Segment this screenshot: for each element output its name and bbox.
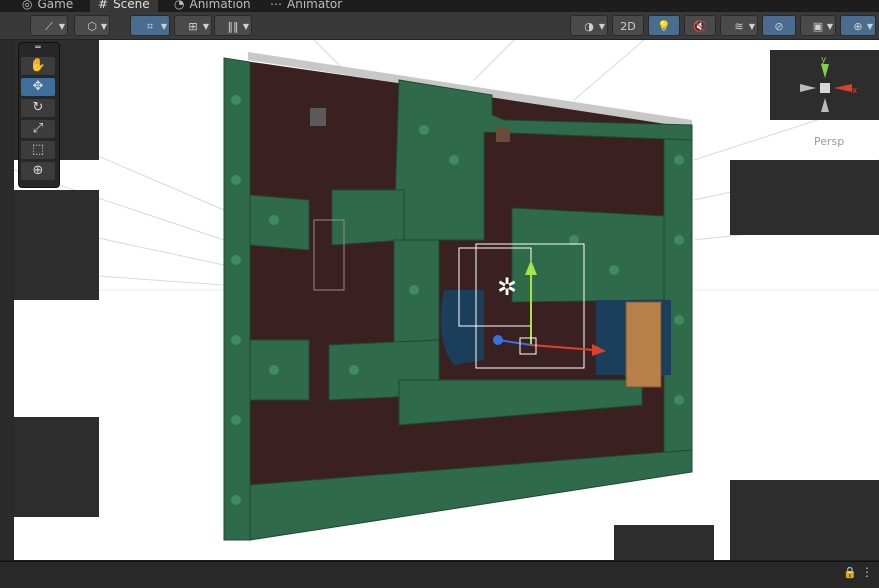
light-bulb-icon: 💡 <box>657 20 671 33</box>
audio-mute-icon: 🔇 <box>693 20 707 33</box>
skull-sprite[interactable] <box>310 108 326 126</box>
gizmos-icon: ⊕ <box>853 20 863 33</box>
rect-tool-icon: ⬚ <box>31 142 45 157</box>
tab-label: Animation <box>189 0 251 11</box>
tab-animator[interactable]: ⋯ Animator <box>262 0 350 12</box>
ruler-icon: ‖‖ <box>227 20 239 33</box>
effects-icon: ≋ <box>734 20 744 33</box>
render-mode-button[interactable]: ⬡ ▼ <box>74 15 110 36</box>
bottom-panel-bar: 🔒 ⋮ <box>0 561 879 588</box>
bg-panel <box>614 525 714 560</box>
move-tool-icon: ✥ <box>32 79 44 94</box>
tool-palette: ═ ✋ ✥ ↻ ⤢ ⬚ ⊕ <box>18 42 60 188</box>
tab-game[interactable]: ◎ Game <box>14 0 81 12</box>
move-tool-button[interactable]: ✥ <box>21 78 55 96</box>
drag-handle-icon[interactable]: ═ <box>21 44 55 53</box>
hand-tool-button[interactable]: ✋ <box>21 57 55 75</box>
gizmos-button[interactable]: ⊕ ▼ <box>840 15 876 36</box>
cube-icon: ⬡ <box>87 20 97 33</box>
left-panel-edge <box>0 40 14 560</box>
gamepad-icon: ◎ <box>22 0 33 11</box>
shading-icon: ◑ <box>584 20 594 33</box>
tab-label: Scene <box>113 0 150 11</box>
rotate-tool-icon: ↻ <box>32 100 44 115</box>
wooden-bridge[interactable] <box>625 301 662 388</box>
water-left <box>440 290 484 365</box>
effects-button[interactable]: ≋ ▼ <box>720 15 758 36</box>
bg-panel <box>14 190 99 300</box>
draw-mode-icon: ⟋ <box>45 20 53 33</box>
transform-tool-button[interactable]: ⊕ <box>21 162 55 180</box>
bg-panel <box>730 480 879 560</box>
tab-label: Game <box>37 0 74 11</box>
more-icon[interactable]: ⋮ <box>861 565 873 579</box>
hidden-eye-icon: ⊘ <box>774 20 784 33</box>
hand-tool-icon: ✋ <box>29 58 47 73</box>
projection-label[interactable]: Persp <box>814 135 844 148</box>
clock-icon: ◔ <box>174 0 185 11</box>
chevron-down-icon: ▼ <box>866 22 873 31</box>
bg-panel <box>730 160 879 235</box>
orientation-gizmo[interactable]: y x <box>770 50 879 120</box>
chest-sprite[interactable] <box>496 128 510 142</box>
scale-tool-icon: ⤢ <box>32 121 44 136</box>
grid-snap-icon: ⊞ <box>188 20 198 33</box>
scene-canvas: ✲ y x <box>14 40 879 560</box>
animator-icon: ⋯ <box>270 0 282 11</box>
tab-animation[interactable]: ◔ Animation <box>166 0 259 12</box>
camera-icon: ▣ <box>812 20 824 33</box>
chevron-down-icon: ▼ <box>748 22 755 31</box>
mode-2d-label: 2D <box>620 20 636 33</box>
gizmo-move-button[interactable]: ⌗ ▼ <box>130 15 170 36</box>
chevron-down-icon: ▼ <box>598 22 605 31</box>
draw-mode-button[interactable]: ⟋ ▼ <box>30 15 68 36</box>
audio-button[interactable]: 🔇 <box>684 15 716 36</box>
chevron-down-icon: ▼ <box>202 22 209 31</box>
gizmo-y-label: y <box>821 55 827 65</box>
gizmo-x-label: x <box>852 86 858 96</box>
lighting-button[interactable]: 💡 <box>648 15 680 36</box>
rotate-tool-button[interactable]: ↻ <box>21 99 55 117</box>
hidden-objects-button[interactable]: ⊘ <box>762 15 796 36</box>
tab-label: Animator <box>287 0 343 11</box>
grid-hash-icon: # <box>98 0 109 11</box>
scale-tool-button[interactable]: ⤢ <box>21 120 55 138</box>
scene-toolbar: ⟋ ▼ ⬡ ▼ ⌗ ▼ ⊞ ▼ ‖‖ ▼ ◑ ▼ 2D 💡 🔇 ≋ ▼ ⊘ ▣ ▼ ⊕ ▼ <box>0 12 879 40</box>
chevron-down-icon: ▼ <box>58 22 65 31</box>
grid-snap-button[interactable]: ⊞ ▼ <box>174 15 212 36</box>
tab-scene[interactable]: # Scene <box>90 0 158 12</box>
camera-button[interactable]: ▣ ▼ <box>800 15 836 36</box>
scene-viewport[interactable]: ✲ y x Persp <box>14 40 879 560</box>
particle-icon: ✲ <box>497 273 517 301</box>
gizmo-z-handle[interactable] <box>493 335 503 345</box>
lock-icon[interactable]: 🔒 <box>843 566 857 579</box>
ruler-button[interactable]: ‖‖ ▼ <box>214 15 252 36</box>
transform-tool-icon: ⊕ <box>32 163 44 178</box>
tab-bar: ◎ Game # Scene ◔ Animation ⋯ Animator <box>0 0 879 12</box>
mode-2d-button[interactable]: 2D <box>612 15 644 36</box>
shading-button[interactable]: ◑ ▼ <box>570 15 608 36</box>
chevron-down-icon: ▼ <box>160 22 167 31</box>
chevron-down-icon: ▼ <box>826 22 833 31</box>
rect-tool-button[interactable]: ⬚ <box>21 141 55 159</box>
gizmo-move-icon: ⌗ <box>146 20 154 33</box>
chevron-down-icon: ▼ <box>242 22 249 31</box>
chevron-down-icon: ▼ <box>100 22 107 31</box>
bg-panel <box>14 417 99 517</box>
